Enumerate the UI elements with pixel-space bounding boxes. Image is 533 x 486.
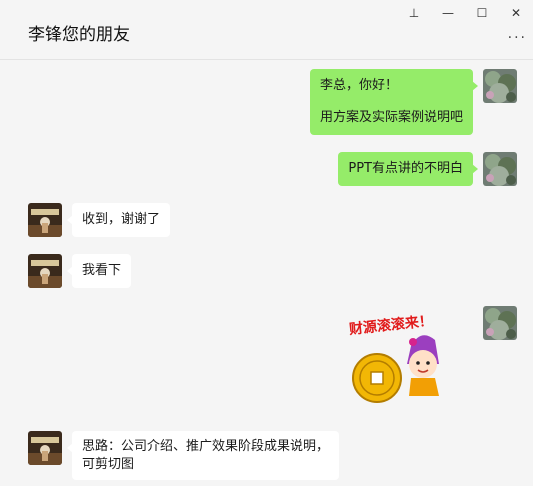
more-options-icon[interactable]: ···: [508, 30, 527, 46]
message-text: 我看下: [82, 263, 122, 278]
message-outgoing: 李总，你好！ 用方案及实际案例说明吧: [309, 69, 517, 136]
message-text: 收到，谢谢了: [82, 212, 161, 227]
message-incoming: 思路：公司介绍、推广效果阶段成果说明， 可剪切图: [28, 431, 340, 481]
self-avatar[interactable]: [483, 69, 517, 103]
message-incoming: 我看下: [28, 254, 132, 289]
chat-title: 李锋您的朋友: [28, 25, 130, 45]
message-bubble[interactable]: 收到，谢谢了: [66, 203, 171, 238]
message-text: 思路：公司介绍、推广效果阶段成果说明，: [82, 439, 330, 454]
self-avatar[interactable]: [483, 152, 517, 186]
message-bubble[interactable]: 我看下: [66, 254, 132, 289]
maximize-icon[interactable]: ☐: [465, 0, 499, 26]
contact-avatar[interactable]: [28, 431, 62, 465]
minimize-icon[interactable]: —: [431, 0, 465, 26]
message-text: PPT有点讲的不明白: [348, 161, 463, 176]
message-bubble[interactable]: PPT有点讲的不明白: [338, 152, 478, 187]
pin-icon[interactable]: ⊥: [397, 0, 431, 26]
message-bubble[interactable]: 思路：公司介绍、推广效果阶段成果说明， 可剪切图: [66, 431, 340, 481]
message-bubble[interactable]: 李总，你好！ 用方案及实际案例说明吧: [309, 69, 479, 136]
message-outgoing: PPT有点讲的不明白: [338, 152, 517, 187]
chat-message-area: 李总，你好！ 用方案及实际案例说明吧 PPT有点讲的不明白 收到，谢谢了 我看下…: [0, 61, 533, 486]
message-text: 用方案及实际案例说明吧: [319, 110, 463, 126]
contact-avatar[interactable]: [28, 203, 62, 237]
sticker-caption: 财源滚滚来！: [347, 312, 433, 338]
window-controls: ⊥ — ☐ ✕: [397, 0, 533, 26]
contact-avatar[interactable]: [28, 254, 62, 288]
self-avatar[interactable]: [483, 306, 517, 340]
message-incoming: 收到，谢谢了: [28, 203, 171, 238]
message-text: 李总，你好！: [319, 78, 398, 93]
close-icon[interactable]: ✕: [499, 0, 533, 26]
sticker-image[interactable]: 财源滚滚来！: [347, 306, 475, 406]
message-text: 可剪切图: [82, 456, 135, 472]
message-outgoing-sticker: 财源滚滚来！: [347, 306, 517, 406]
title-bar: 李锋您的朋友 ⊥ — ☐ ✕ ···: [0, 0, 533, 60]
